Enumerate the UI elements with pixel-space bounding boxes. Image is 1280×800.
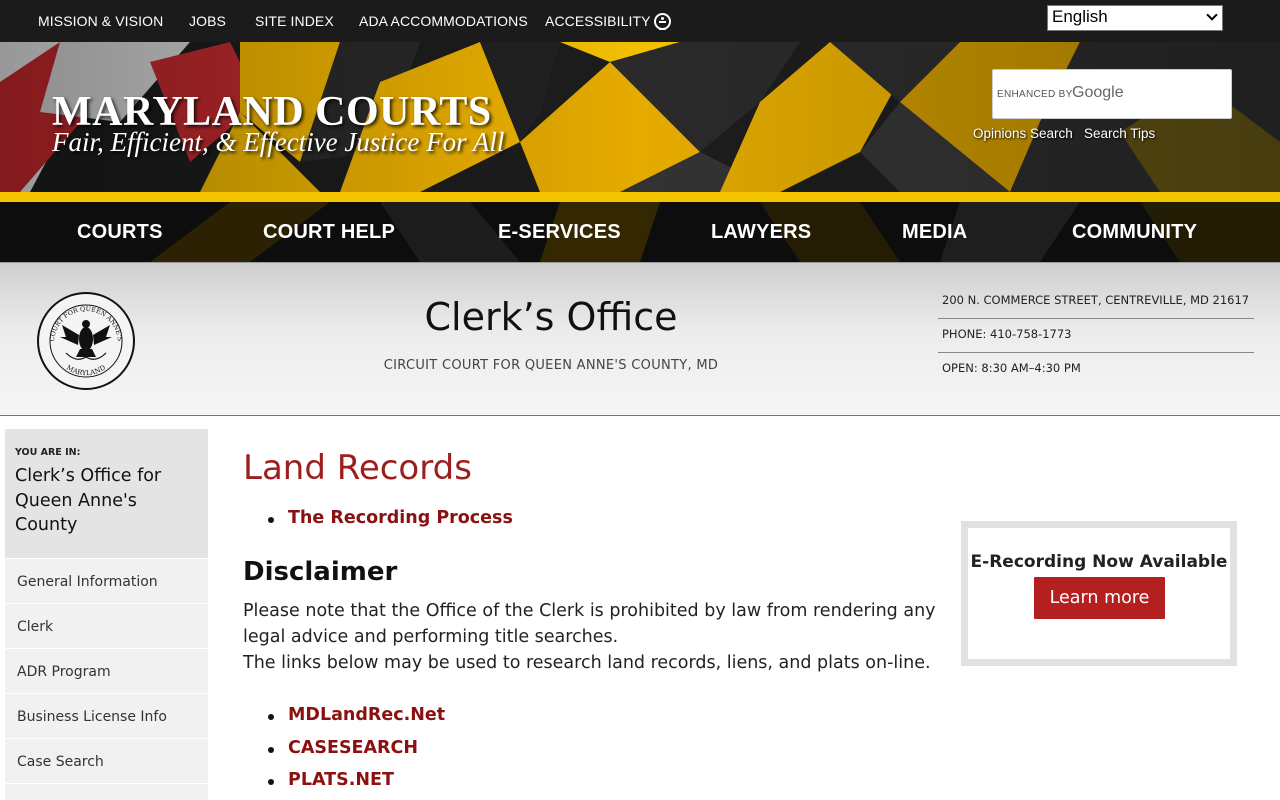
nav-e-services[interactable]: E-SERVICES	[498, 221, 621, 244]
site-index-link[interactable]: SITE INDEX	[255, 13, 334, 29]
enhanced-by-label: ENHANCED BY	[997, 89, 1073, 100]
search-tips-link[interactable]: Search Tips	[1084, 126, 1155, 141]
opinions-search-link[interactable]: Opinions Search	[973, 126, 1073, 141]
sidebar-item-case-search[interactable]: Case Search	[5, 738, 208, 783]
accessibility-link[interactable]: ACCESSIBILITY	[545, 13, 671, 30]
office-header: CIRCUIT COURT FOR QUEEN ANNE'S COUNTY MA…	[0, 262, 1280, 416]
research-links-list: MDLandRec.Net CASESEARCH PLATS.NET	[243, 705, 963, 800]
nav-lawyers[interactable]: LAWYERS	[711, 221, 811, 244]
casesearch-link[interactable]: CASESEARCH	[243, 738, 963, 771]
page-title: Land Records	[243, 448, 472, 488]
mdlandrec-link[interactable]: MDLandRec.Net	[243, 705, 963, 738]
main-navigation: COURTS COURT HELP E-SERVICES LAWYERS MED…	[0, 202, 1280, 262]
contact-hours: OPEN: 8:30 AM–4:30 PM	[942, 361, 1081, 375]
sidebar-item-collections[interactable]: Collections Unit	[5, 783, 208, 800]
utility-bar: MISSION & VISION JOBS SITE INDEX ADA ACC…	[0, 0, 1280, 42]
recording-process-link[interactable]: The Recording Process	[243, 508, 963, 528]
office-title: Clerk’s Office	[424, 295, 678, 339]
you-are-in-label: YOU ARE IN:	[15, 447, 81, 458]
accessibility-label: ACCESSIBILITY	[545, 13, 651, 29]
you-are-in-panel: YOU ARE IN: Clerk’s Office for Queen Ann…	[5, 429, 208, 558]
jobs-link[interactable]: JOBS	[189, 13, 226, 29]
sidebar-item-adr-program[interactable]: ADR Program	[5, 648, 208, 693]
site-tagline: Fair, Efficient, & Effective Justice For…	[52, 127, 505, 157]
sidebar: YOU ARE IN: Clerk’s Office for Queen Ann…	[5, 429, 208, 800]
header-banner: MARYLAND COURTS Fair, Efficient, & Effec…	[0, 42, 1280, 192]
language-select[interactable]: English	[1047, 5, 1223, 31]
disclaimer-sentence: Please note that the Office of the Clerk…	[243, 601, 936, 647]
disclaimer-heading: Disclaimer	[243, 557, 398, 587]
learn-more-button[interactable]: Learn more	[1034, 577, 1165, 619]
contact-info: 200 N. COMMERCE STREET, CENTREVILLE, MD …	[938, 285, 1254, 387]
contact-phone: PHONE: 410-758-1773	[938, 319, 1254, 353]
office-subtitle: CIRCUIT COURT FOR QUEEN ANNE'S COUNTY, M…	[383, 358, 719, 373]
chevron-down-icon	[1206, 9, 1218, 21]
google-search-input[interactable]: ENHANCED BY Google	[992, 69, 1232, 119]
main-content: Land Records The Recording Process Discl…	[243, 446, 963, 800]
nav-community[interactable]: COMMUNITY	[1072, 221, 1197, 244]
sidebar-item-clerk[interactable]: Clerk	[5, 603, 208, 648]
current-section: Clerk’s Office for Queen Anne's County	[15, 466, 162, 535]
language-selected: English	[1052, 7, 1108, 26]
disclaimer-text: Please note that the Office of the Clerk…	[243, 598, 955, 676]
google-logo: Google	[1072, 84, 1124, 101]
plats-net-link[interactable]: PLATS.NET	[243, 770, 963, 800]
links-intro: The links below may be used to research …	[243, 653, 931, 673]
ada-accommodations-link[interactable]: ADA ACCOMMODATIONS	[359, 13, 528, 29]
contact-address: 200 N. COMMERCE STREET, CENTREVILLE, MD …	[938, 285, 1254, 319]
e-recording-callout: E-Recording Now Available Learn more	[961, 521, 1237, 666]
sidebar-item-business-license[interactable]: Business License Info	[5, 693, 208, 738]
nav-courts[interactable]: COURTS	[77, 221, 163, 244]
gold-divider	[0, 192, 1280, 202]
top-links-list: The Recording Process	[243, 508, 963, 528]
mission-vision-link[interactable]: MISSION & VISION	[38, 13, 163, 29]
nav-media[interactable]: MEDIA	[902, 221, 967, 244]
e-recording-title: E-Recording Now Available	[970, 552, 1228, 572]
accessibility-icon	[653, 13, 671, 30]
nav-court-help[interactable]: COURT HELP	[263, 221, 395, 244]
sidebar-item-general-information[interactable]: General Information	[5, 558, 208, 603]
